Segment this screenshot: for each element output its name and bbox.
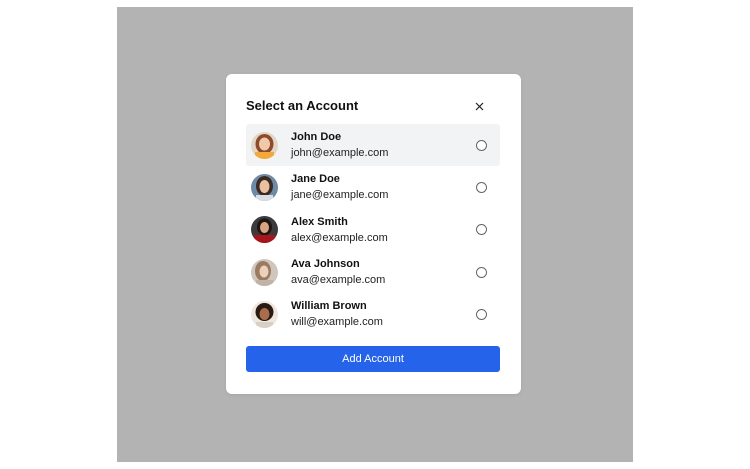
account-item-ava-johnson[interactable]: Ava Johnson ava@example.com bbox=[246, 251, 500, 293]
avatar bbox=[251, 173, 278, 201]
account-name: William Brown bbox=[291, 300, 367, 313]
account-item-william-brown[interactable]: William Brown will@example.com bbox=[246, 293, 500, 335]
account-item-john-doe[interactable]: John Doe john@example.com bbox=[246, 124, 500, 167]
account-name: Jane Doe bbox=[291, 173, 340, 186]
account-email: will@example.com bbox=[291, 316, 383, 329]
account-radio[interactable] bbox=[476, 266, 487, 278]
account-email: john@example.com bbox=[291, 147, 389, 159]
avatar bbox=[251, 258, 278, 286]
account-select-modal: Select an Account John Doe john@example.… bbox=[226, 74, 521, 394]
avatar bbox=[251, 300, 278, 328]
account-email: jane@example.com bbox=[291, 189, 389, 202]
account-radio[interactable] bbox=[476, 308, 487, 320]
account-item-alex-smith[interactable]: Alex Smith alex@example.com bbox=[246, 209, 500, 251]
account-name: Alex Smith bbox=[291, 215, 348, 228]
account-radio[interactable] bbox=[476, 139, 487, 151]
add-account-button[interactable]: Add Account bbox=[246, 346, 500, 372]
account-radio[interactable] bbox=[476, 224, 487, 236]
close-button[interactable] bbox=[471, 96, 487, 116]
account-name: Ava Johnson bbox=[291, 257, 360, 270]
account-item-jane-doe[interactable]: Jane Doe jane@example.com bbox=[246, 166, 500, 208]
account-email: alex@example.com bbox=[291, 231, 388, 244]
account-name: John Doe bbox=[291, 131, 342, 143]
account-list: John Doe john@example.com Jane Doe jane@… bbox=[246, 124, 500, 335]
modal-header: Select an Account bbox=[246, 96, 501, 116]
account-radio[interactable] bbox=[476, 181, 487, 193]
avatar bbox=[251, 216, 278, 244]
modal-title: Select an Account bbox=[246, 98, 359, 113]
avatar bbox=[251, 131, 278, 159]
account-email: ava@example.com bbox=[291, 273, 386, 286]
close-icon bbox=[475, 102, 483, 110]
